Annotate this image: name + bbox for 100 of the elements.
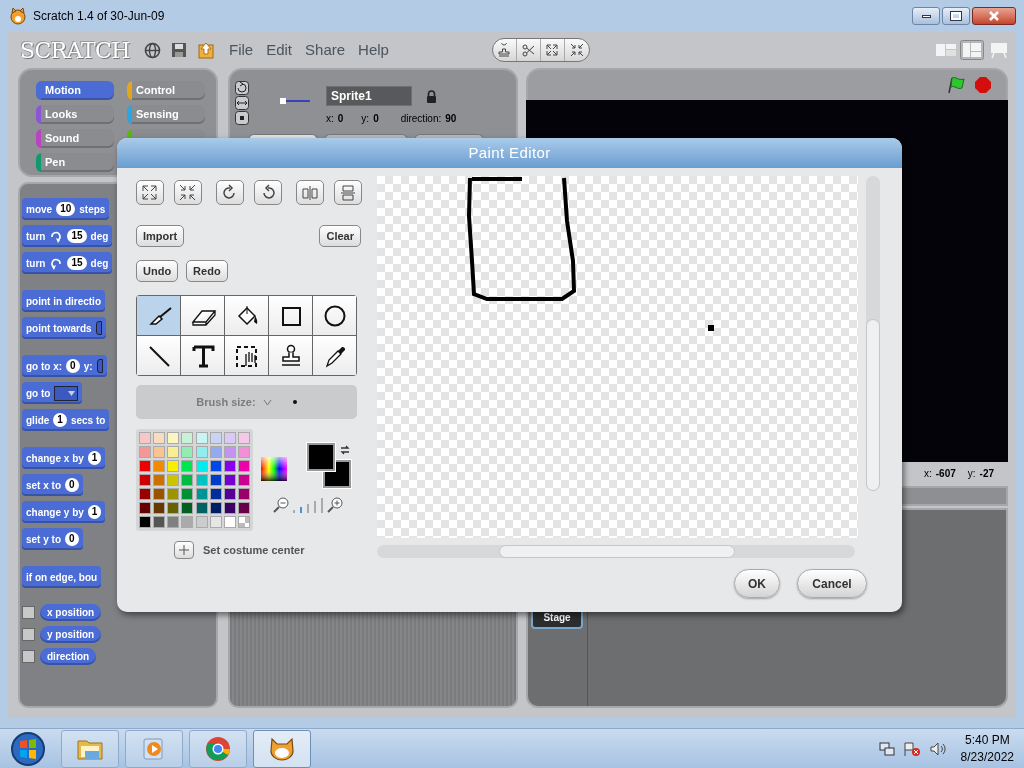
menu-item[interactable]: File [229,38,254,62]
color-swatch[interactable] [181,474,194,486]
color-swatch[interactable] [209,516,222,528]
checkbox[interactable] [22,606,35,620]
color-swatch[interactable] [237,502,250,514]
speaker-icon[interactable] [928,740,947,757]
color-swatch[interactable] [237,488,250,500]
menu-item[interactable]: Edit [266,38,293,62]
scissors-icon[interactable] [521,43,536,57]
paint-tool[interactable] [269,336,312,375]
color-swatch[interactable] [223,516,236,528]
color-swatch[interactable] [167,502,180,514]
paint-tool[interactable] [181,296,224,335]
tool-button[interactable] [216,180,244,205]
color-swatch[interactable] [139,460,151,472]
color-swatch[interactable] [181,502,194,514]
paint-tool[interactable] [313,336,356,375]
paint-tool[interactable] [181,336,224,375]
number-input[interactable]: 15 [67,229,87,244]
no-rotate-icon[interactable] [235,111,249,125]
color-swatch[interactable] [167,516,180,528]
color-swatch[interactable] [209,460,222,472]
color-swatch[interactable] [223,502,236,514]
caret-icon[interactable] [262,398,272,406]
color-swatch[interactable] [181,460,194,472]
clock-time[interactable]: 5:40 PM [964,731,1010,749]
restore-button[interactable] [942,7,970,25]
taskbar-button[interactable] [253,729,311,768]
menu-item[interactable]: Share [305,38,346,62]
motion-block[interactable]: point towards [22,317,106,340]
color-swatch[interactable] [195,474,208,486]
shrink-icon[interactable] [569,43,584,57]
paint-tool[interactable] [137,296,180,335]
swap-arrows-icon[interactable] [339,444,351,456]
color-swatch[interactable] [167,488,180,500]
color-swatch[interactable] [195,446,208,458]
import-button[interactable]: Import [136,225,185,247]
color-swatch[interactable] [167,460,180,472]
network-icon[interactable] [878,740,895,757]
color-swatch[interactable] [153,488,166,500]
minimize-button[interactable] [912,7,940,25]
number-input[interactable]: 0 [65,532,79,547]
motion-block[interactable]: point in directio [22,290,105,313]
flag-alert-icon[interactable] [902,740,921,757]
motion-block[interactable]: glide 1 secs to [22,409,110,432]
transparent-swatch[interactable] [237,516,250,528]
ok-button[interactable]: OK [734,569,780,598]
redo-button[interactable]: Redo [186,260,228,282]
number-input[interactable]: 1 [53,413,67,428]
paint-tool[interactable] [269,296,312,335]
taskbar-button[interactable] [189,729,247,768]
color-swatch[interactable] [167,432,180,444]
motion-block[interactable]: change x by 1 [22,447,106,470]
number-input[interactable]: 0 [66,359,80,374]
color-swatch[interactable] [195,460,208,472]
color-swatch[interactable] [209,432,222,444]
color-swatch[interactable] [209,488,222,500]
paint-tool[interactable] [225,296,268,335]
stamp-icon[interactable] [497,43,512,57]
color-swatch[interactable] [153,502,166,514]
color-swatch[interactable] [223,432,236,444]
grow-icon[interactable] [545,43,560,57]
category-button[interactable]: Motion [36,81,114,100]
set-center-button[interactable] [174,541,194,559]
number-input[interactable]: 1 [87,505,102,520]
sprite-name-field[interactable]: Sprite1 [326,86,412,106]
number-input[interactable]: 0 [65,478,79,493]
reporter-block[interactable]: direction [40,648,97,666]
color-swatch[interactable] [223,488,236,500]
color-swatch[interactable] [237,460,250,472]
share-icon[interactable] [197,41,215,59]
color-swatch[interactable] [181,516,194,528]
color-swatch[interactable] [139,432,151,444]
number-input[interactable]: 10 [56,202,76,217]
color-swatch[interactable] [209,502,222,514]
clock-date[interactable]: 8/23/2022 [960,748,1014,766]
motion-block[interactable]: go to x: 0 y: [22,355,107,378]
vertical-scrollbar[interactable] [866,176,880,491]
stop-icon[interactable] [974,76,992,94]
color-swatch[interactable] [139,474,151,486]
zoom-in-icon[interactable] [327,497,343,513]
paint-tool[interactable] [225,336,268,375]
color-swatch[interactable] [223,460,236,472]
clear-button[interactable]: Clear [319,225,361,247]
flip-icon[interactable] [235,96,249,110]
rotate-icon[interactable] [235,81,249,95]
color-swatch[interactable] [223,474,236,486]
color-swatch[interactable] [167,446,180,458]
motion-block[interactable]: set x to 0 [22,474,83,497]
paint-tool[interactable] [313,296,356,335]
motion-block[interactable]: turn 15 deg [22,225,113,248]
globe-icon[interactable] [144,41,161,59]
color-spectrum-icon[interactable] [261,457,287,481]
menu-item[interactable]: Help [358,38,389,62]
motion-block[interactable]: if on edge, bou [22,566,102,589]
color-swatch[interactable] [139,502,151,514]
color-swatch[interactable] [195,432,208,444]
undo-button[interactable]: Undo [136,260,179,282]
color-swatch[interactable] [209,474,222,486]
flag-icon[interactable] [946,76,966,94]
